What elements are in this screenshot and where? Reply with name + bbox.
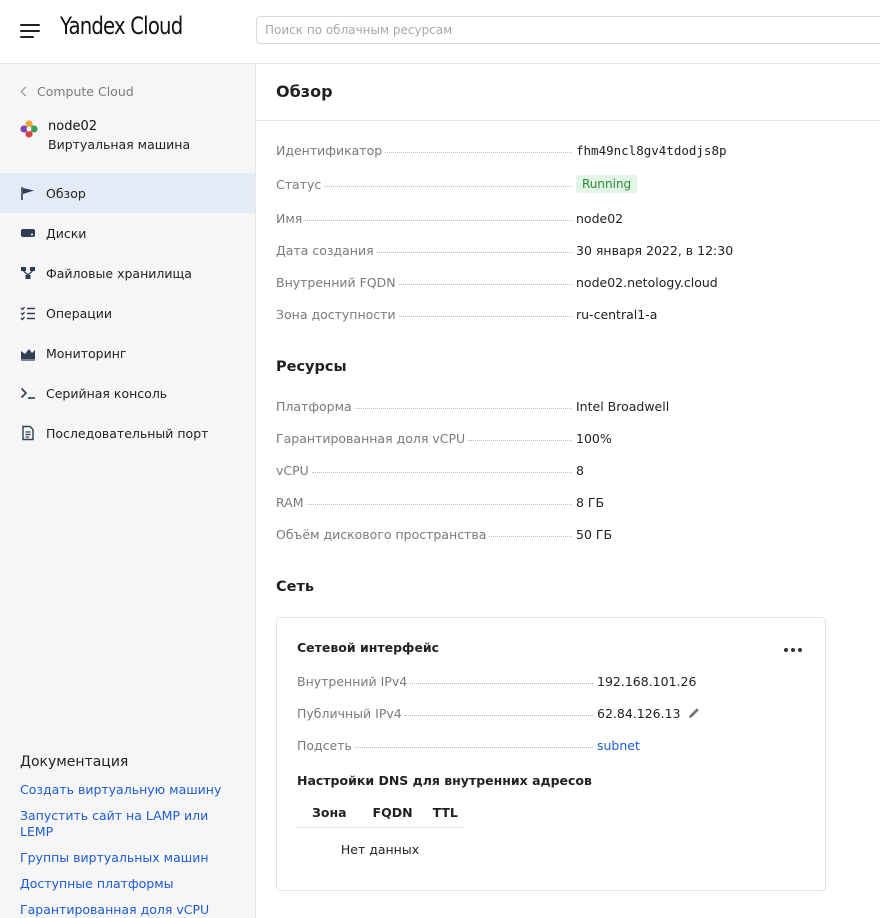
field-row-status: Статус Running <box>276 175 756 193</box>
yandex-cloud-logo[interactable]: Yandex Cloud <box>60 12 183 40</box>
sidebar-item-label: Последовательный порт <box>46 425 209 441</box>
field-label: Объём дискового пространства <box>276 526 487 542</box>
field-value-name: node02 <box>576 210 624 226</box>
field-value-id: fhm49ncl8gv4tdodjs8p <box>576 142 727 158</box>
field-label: Статус <box>276 176 322 192</box>
field-row-vcpu-share: Гарантированная доля vCPU 100% <box>276 429 756 447</box>
sidebar-item-label: Файловые хранилища <box>46 265 192 281</box>
dns-empty-state: Нет данных <box>340 842 420 857</box>
sidebar-item-monitoring[interactable]: Мониторинг <box>0 333 255 373</box>
sidebar: Compute Cloud node02 Виртуальная машина … <box>0 64 256 918</box>
field-row-disk: Объём дискового пространства 50 ГБ <box>276 525 756 543</box>
divider <box>256 120 880 121</box>
dns-column-zone[interactable]: Зона <box>312 805 347 820</box>
dns-table-header: Зона FQDN TTL <box>297 798 463 828</box>
section-title-network: Сеть <box>276 579 315 595</box>
field-label: Гарантированная доля vCPU <box>276 430 466 446</box>
sidebar-item-file-storages[interactable]: Файловые хранилища <box>0 253 255 293</box>
field-row-name: Имя node02 <box>276 209 756 227</box>
sidebar-item-label: Мониторинг <box>46 345 127 361</box>
disk-icon <box>21 229 35 237</box>
field-row-fqdn: Внутренний FQDN node02.netology.cloud <box>276 273 756 291</box>
page-title: Обзор <box>276 82 333 101</box>
menu-icon[interactable] <box>20 22 40 40</box>
vm-status-icon <box>20 120 38 138</box>
field-label: Зона доступности <box>276 306 396 322</box>
doc-link-vm-groups[interactable]: Группы виртуальных машин <box>20 850 240 866</box>
dns-settings-title: Настройки DNS для внутренних адресов <box>297 773 592 788</box>
field-row-public-ip: Публичный IPv4 62.84.126.13 <box>297 704 717 722</box>
card-title: Сетевой интерфейс <box>297 640 440 655</box>
network-interface-card: Сетевой интерфейс Внутренний IPv4 192.16… <box>276 617 826 891</box>
field-value-public-ip: 62.84.126.13 <box>597 705 681 721</box>
sidebar-item-label: Диски <box>46 225 87 241</box>
field-label: Платформа <box>276 398 352 414</box>
sidebar-item-label: Серийная консоль <box>46 385 168 401</box>
top-header: Yandex Cloud <box>0 0 880 64</box>
field-label: Публичный IPv4 <box>297 705 402 721</box>
field-value-vcpu: 8 <box>576 462 584 478</box>
field-label: Внутренний IPv4 <box>297 673 408 689</box>
sidebar-nav: Обзор Диски Файловые хранилища Операции … <box>0 173 255 453</box>
status-badge: Running <box>576 175 638 193</box>
sidebar-item-serial-console[interactable]: Серийная консоль <box>0 373 255 413</box>
field-label: Идентификатор <box>276 142 383 158</box>
sidebar-item-overview[interactable]: Обзор <box>0 173 255 213</box>
sidebar-item-label: Обзор <box>46 185 86 201</box>
field-label: RAM <box>276 494 304 510</box>
field-value-fqdn: node02.netology.cloud <box>576 274 718 290</box>
field-row-created: Дата создания 30 января 2022, в 12:30 <box>276 241 756 259</box>
field-row-internal-ip: Внутренний IPv4 192.168.101.26 <box>297 672 717 690</box>
subnet-link[interactable]: subnet <box>597 738 640 753</box>
field-row-vcpu: vCPU 8 <box>276 461 756 479</box>
dns-column-ttl[interactable]: TTL <box>433 805 458 820</box>
vm-name: node02 <box>48 119 97 134</box>
field-value-zone: ru-central1-a <box>576 306 658 322</box>
file-storage-icon <box>21 267 35 279</box>
field-row-id: Идентификатор fhm49ncl8gv4tdodjs8p <box>276 141 756 159</box>
back-link-label: Compute Cloud <box>37 84 134 99</box>
more-actions-icon[interactable] <box>782 640 806 658</box>
doc-link-create-vm[interactable]: Создать виртуальную машину <box>20 782 240 798</box>
field-row-platform: Платформа Intel Broadwell <box>276 397 756 415</box>
documentation-section: Документация Создать виртуальную машину … <box>20 754 240 918</box>
field-row-zone: Зона доступности ru-central1-a <box>276 305 756 323</box>
field-value-disk: 50 ГБ <box>576 526 613 542</box>
field-label: Дата создания <box>276 242 374 258</box>
vm-type: Виртуальная машина <box>48 137 191 152</box>
flag-icon <box>21 187 34 200</box>
terminal-icon <box>20 387 35 399</box>
field-value-platform: Intel Broadwell <box>576 398 670 414</box>
field-label: Внутренний FQDN <box>276 274 396 290</box>
field-row-subnet: Подсеть subnet <box>297 736 717 754</box>
field-value-ram: 8 ГБ <box>576 494 605 510</box>
field-value-created: 30 января 2022, в 12:30 <box>576 242 734 258</box>
monitoring-chart-icon <box>21 349 35 361</box>
field-row-ram: RAM 8 ГБ <box>276 493 756 511</box>
sidebar-item-operations[interactable]: Операции <box>0 293 255 333</box>
main-content: Обзор Идентификатор fhm49ncl8gv4tdodjs8p… <box>256 64 880 918</box>
document-icon <box>22 425 34 441</box>
doc-link-vcpu-share[interactable]: Гарантированная доля vCPU <box>20 902 240 918</box>
field-label: Имя <box>276 210 303 226</box>
documentation-title: Документация <box>20 754 129 770</box>
field-label: Подсеть <box>297 737 352 753</box>
operations-list-icon <box>20 306 35 321</box>
section-title-resources: Ресурсы <box>276 359 347 375</box>
sidebar-item-serial-port[interactable]: Последовательный порт <box>0 413 255 453</box>
field-value-vcpu-share: 100% <box>576 430 612 446</box>
doc-link-lamp-lemp[interactable]: Запустить сайт на LAMP или LEMP <box>20 808 240 840</box>
dns-column-fqdn[interactable]: FQDN <box>373 805 413 820</box>
back-to-compute-cloud-link[interactable]: Compute Cloud <box>20 84 134 99</box>
doc-link-platforms[interactable]: Доступные платформы <box>20 876 240 892</box>
edit-pencil-icon[interactable] <box>687 706 701 720</box>
field-value-internal-ip: 192.168.101.26 <box>597 673 697 689</box>
dns-table: Зона FQDN TTL Нет данных <box>297 798 463 857</box>
search-input[interactable] <box>256 16 880 44</box>
sidebar-item-disks[interactable]: Диски <box>0 213 255 253</box>
sidebar-item-label: Операции <box>46 305 113 321</box>
chevron-left-icon <box>20 86 31 97</box>
field-label: vCPU <box>276 462 309 478</box>
